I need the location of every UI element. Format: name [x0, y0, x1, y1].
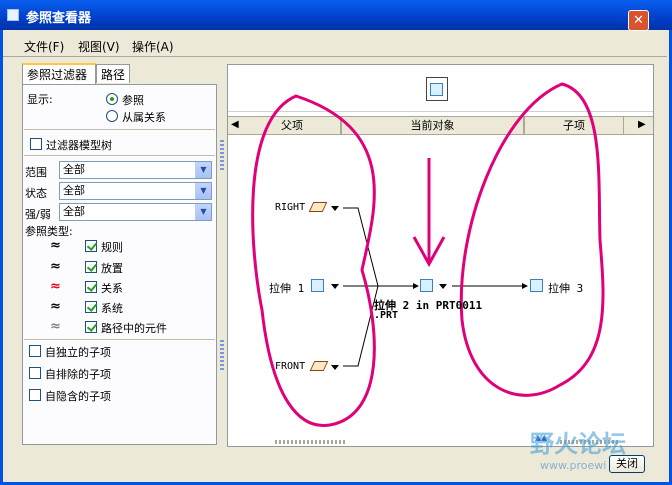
expand-arrow-icon[interactable] [331, 206, 339, 211]
parent-node-extrude1[interactable]: 拉伸 1 [269, 280, 304, 296]
feature-icon [420, 279, 433, 292]
scroll-grip[interactable] [275, 440, 345, 444]
feature-icon [311, 279, 324, 292]
watermark-logo-text: 野火论坛 [530, 430, 626, 458]
expand-arrow-icon[interactable] [331, 284, 339, 289]
watermark-url: www.proewi [540, 459, 607, 472]
expand-arrow-icon[interactable] [331, 365, 339, 370]
expand-arrow-icon[interactable] [439, 284, 447, 289]
child-node-extrude3[interactable]: 拉伸 3 [548, 280, 583, 296]
parent-node-right[interactable]: RIGHT [275, 202, 305, 213]
connector-lines [251, 82, 605, 428]
close-button[interactable]: 关闭 [609, 455, 645, 473]
current-object-label-ext: .PRT [374, 310, 399, 321]
parent-node-front[interactable]: FRONT [275, 361, 305, 372]
feature-icon [530, 279, 543, 292]
